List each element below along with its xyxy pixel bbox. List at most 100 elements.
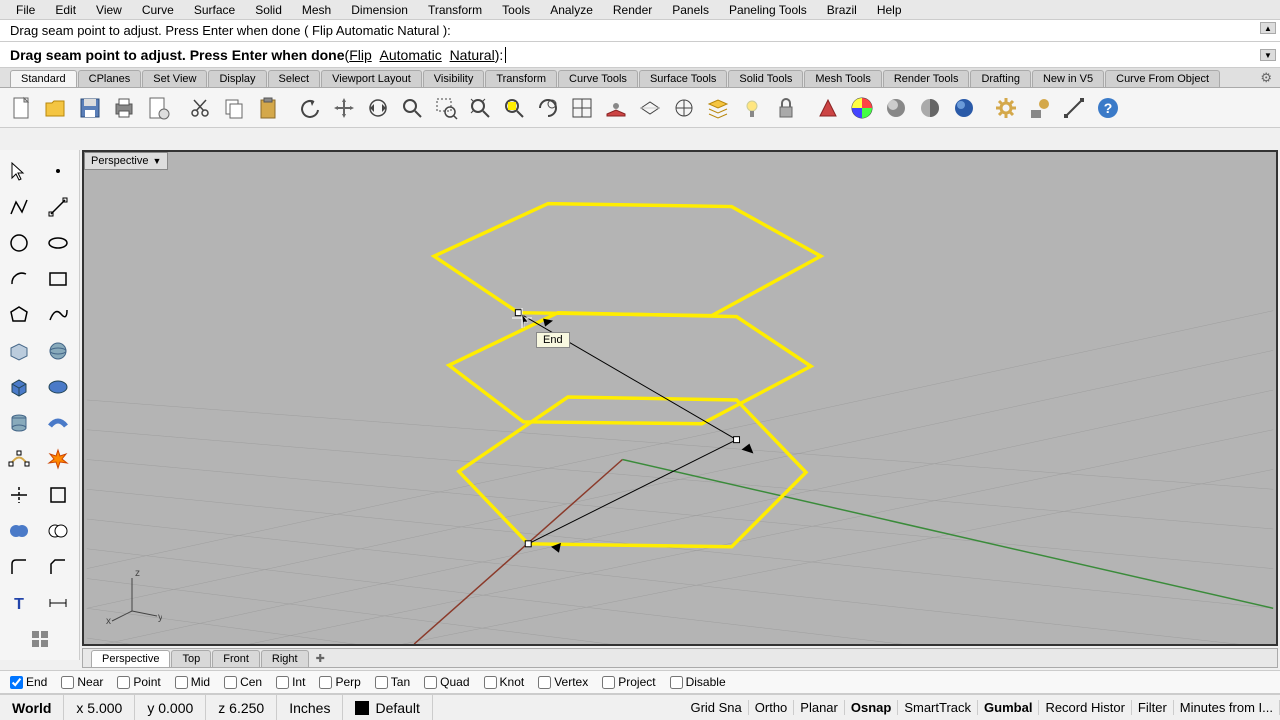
osnap-knot[interactable]: Knot <box>484 675 525 689</box>
set-cplane-icon[interactable] <box>566 92 598 124</box>
tab-standard[interactable]: Standard <box>10 70 77 87</box>
fillet-icon[interactable] <box>2 550 36 584</box>
osnap-cen[interactable]: Cen <box>224 675 262 689</box>
menu-dimension[interactable]: Dimension <box>341 3 418 17</box>
pipe-icon[interactable] <box>41 406 75 440</box>
zoom-window-icon[interactable] <box>430 92 462 124</box>
menu-solid[interactable]: Solid <box>245 3 292 17</box>
undo-view-icon[interactable] <box>532 92 564 124</box>
open-file-icon[interactable] <box>40 92 72 124</box>
command-line[interactable]: Drag seam point to adjust. Press Enter w… <box>0 42 1280 68</box>
tab-cplanes[interactable]: CPlanes <box>78 70 142 87</box>
polygon-icon[interactable] <box>2 298 36 332</box>
menu-brazil[interactable]: Brazil <box>817 3 867 17</box>
arc-icon[interactable] <box>2 262 36 296</box>
tab-set-view[interactable]: Set View <box>142 70 207 87</box>
vp-tab-right[interactable]: Right <box>261 650 309 667</box>
status-mode[interactable]: World <box>0 695 64 720</box>
layers-icon[interactable] <box>702 92 734 124</box>
menu-analyze[interactable]: Analyze <box>540 3 603 17</box>
line-icon[interactable] <box>41 190 75 224</box>
shade-icon[interactable] <box>880 92 912 124</box>
boolean-union-icon[interactable] <box>2 514 36 548</box>
status-units[interactable]: Inches <box>277 695 343 720</box>
cylinder-icon[interactable] <box>2 406 36 440</box>
osnap-near[interactable]: Near <box>61 675 103 689</box>
zoom-selected-icon[interactable] <box>498 92 530 124</box>
osnap-mid[interactable]: Mid <box>175 675 210 689</box>
save-file-icon[interactable] <box>74 92 106 124</box>
osnap-int[interactable]: Int <box>276 675 305 689</box>
menu-render[interactable]: Render <box>603 3 662 17</box>
trim-icon[interactable] <box>2 478 36 512</box>
cmd-opt-natural[interactable]: Natural <box>450 47 495 63</box>
menu-panels[interactable]: Panels <box>662 3 719 17</box>
tab-drafting[interactable]: Drafting <box>970 70 1031 87</box>
menu-mesh[interactable]: Mesh <box>292 3 341 17</box>
dimension-icon[interactable] <box>41 586 75 620</box>
toggle-ortho[interactable]: Ortho <box>749 700 795 715</box>
render-icon[interactable] <box>812 92 844 124</box>
curve-icon[interactable] <box>41 298 75 332</box>
zoom-dynamic-icon[interactable] <box>396 92 428 124</box>
menu-curve[interactable]: Curve <box>132 3 184 17</box>
tab-curve-tools[interactable]: Curve Tools <box>558 70 638 87</box>
osnap-disable[interactable]: Disable <box>670 675 726 689</box>
explode-icon[interactable] <box>41 442 75 476</box>
tab-new-in-v5[interactable]: New in V5 <box>1032 70 1104 87</box>
document-properties-icon[interactable] <box>142 92 174 124</box>
menu-file[interactable]: File <box>6 3 45 17</box>
rendered-preview-icon[interactable] <box>948 92 980 124</box>
box-icon[interactable] <box>2 370 36 404</box>
chamfer-icon[interactable] <box>41 550 75 584</box>
rectangle-icon[interactable] <box>41 262 75 296</box>
pointer-icon[interactable] <box>2 154 36 188</box>
viewport-title[interactable]: Perspective ▼ <box>84 152 168 170</box>
surface-corner-icon[interactable] <box>2 334 36 368</box>
tab-solid-tools[interactable]: Solid Tools <box>728 70 803 87</box>
properties-icon[interactable] <box>1024 92 1056 124</box>
polyline-icon[interactable] <box>2 190 36 224</box>
viewport-canvas[interactable] <box>84 152 1276 644</box>
sphere-icon[interactable] <box>41 334 75 368</box>
tab-curve-from-object[interactable]: Curve From Object <box>1105 70 1220 87</box>
osnap-quad[interactable]: Quad <box>424 675 469 689</box>
menu-edit[interactable]: Edit <box>45 3 86 17</box>
tab-viewport-layout[interactable]: Viewport Layout <box>321 70 422 87</box>
move-uvn-icon[interactable] <box>1058 92 1090 124</box>
edit-points-icon[interactable] <box>2 442 36 476</box>
menu-view[interactable]: View <box>86 3 132 17</box>
join-icon[interactable] <box>41 478 75 512</box>
paste-icon[interactable] <box>252 92 284 124</box>
pan-icon[interactable] <box>328 92 360 124</box>
vp-tab-top[interactable]: Top <box>171 650 211 667</box>
copy-icon[interactable] <box>218 92 250 124</box>
osnap-project[interactable]: Project <box>602 675 655 689</box>
tab-render-tools[interactable]: Render Tools <box>883 70 970 87</box>
new-file-icon[interactable] <box>6 92 38 124</box>
tabstrip-gear-icon[interactable]: ⚙ <box>1260 70 1272 86</box>
rotate-view-icon[interactable] <box>362 92 394 124</box>
tab-visibility[interactable]: Visibility <box>423 70 485 87</box>
menu-transform[interactable]: Transform <box>418 3 492 17</box>
toggle-record-history[interactable]: Record Histor <box>1039 700 1131 715</box>
toggle-smarttrack[interactable]: SmartTrack <box>898 700 978 715</box>
text-icon[interactable]: T <box>2 586 36 620</box>
ellipsoid-icon[interactable] <box>41 370 75 404</box>
circle-icon[interactable] <box>2 226 36 260</box>
vp-tab-perspective[interactable]: Perspective <box>91 650 170 667</box>
ellipse-icon[interactable] <box>41 226 75 260</box>
tab-display[interactable]: Display <box>208 70 266 87</box>
status-minutes[interactable]: Minutes from I... <box>1174 700 1280 715</box>
print-icon[interactable] <box>108 92 140 124</box>
undo-icon[interactable] <box>294 92 326 124</box>
tab-select[interactable]: Select <box>268 70 321 87</box>
toggle-gumball[interactable]: Gumbal <box>978 700 1039 715</box>
osnap-point[interactable]: Point <box>117 675 160 689</box>
menu-tools[interactable]: Tools <box>492 3 540 17</box>
zoom-extents-icon[interactable] <box>464 92 496 124</box>
material-color-icon[interactable] <box>846 92 878 124</box>
set-view-icon[interactable] <box>600 92 632 124</box>
boolean-difference-icon[interactable] <box>41 514 75 548</box>
tab-mesh-tools[interactable]: Mesh Tools <box>804 70 881 87</box>
